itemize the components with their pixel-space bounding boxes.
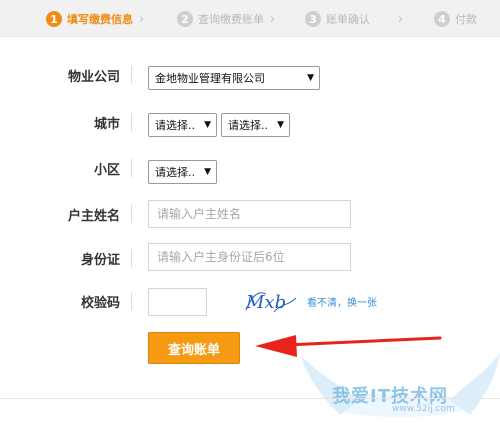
watermark-url: www.52ij.com xyxy=(392,404,455,414)
bottom-divider xyxy=(0,398,500,399)
